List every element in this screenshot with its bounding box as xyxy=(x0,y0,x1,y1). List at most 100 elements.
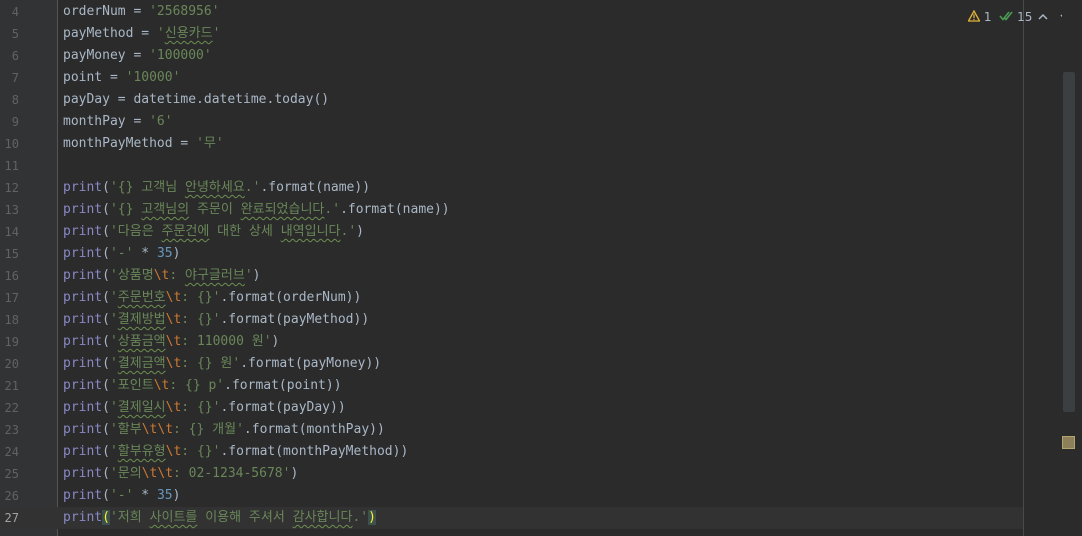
code-text[interactable]: print('{} 고객님의 주문이 완료되었습니다.'.format(name… xyxy=(63,199,450,221)
inspection-widget[interactable]: 1 15 xyxy=(967,6,1032,28)
code-token: \t xyxy=(165,334,182,349)
code-token: ' xyxy=(156,26,165,41)
code-token: : 110000 원' xyxy=(181,334,272,349)
code-token: ) xyxy=(172,488,181,503)
code-text[interactable]: payDay = datetime.datetime.today() xyxy=(63,89,329,111)
warnings-count[interactable]: 1 xyxy=(984,10,992,24)
code-text[interactable]: orderNum = '2568956' xyxy=(63,1,220,23)
code-text[interactable]: monthPay = '6' xyxy=(63,111,173,133)
code-text[interactable]: print('포인트\t: {} p'.format(point)) xyxy=(63,375,342,397)
code-text[interactable]: payMethod = '신용카드' xyxy=(63,23,220,45)
weak-warnings-count[interactable]: 15 xyxy=(1017,10,1032,24)
code-line[interactable]: 7 point = '10000' xyxy=(0,67,1024,89)
code-token: '저희 xyxy=(109,510,150,525)
code-text[interactable]: print('문의\t\t: 02-1234-5678') xyxy=(63,463,298,485)
line-number: 14 xyxy=(4,225,19,239)
code-line[interactable]: 25 print('문의\t\t: 02-1234-5678') xyxy=(0,463,1024,485)
code-token: ' xyxy=(109,356,118,371)
code-token: ( xyxy=(102,356,110,371)
line-number: 18 xyxy=(4,313,19,327)
code-token: ) xyxy=(172,246,181,261)
code-line[interactable]: 13 print('{} 고객님의 주문이 완료되었습니다.'.format(na… xyxy=(0,199,1024,221)
code-line[interactable]: 19 print('상품금액\t: 110000 원') xyxy=(0,331,1024,353)
line-number: 6 xyxy=(11,49,19,63)
code-line[interactable]: 14 print('다음은 주문건에 대한 상세 내역입니다.') xyxy=(0,221,1024,243)
code-line[interactable]: 8 payDay = datetime.datetime.today() xyxy=(0,89,1024,111)
code-line[interactable]: 23 print('할부\t\t: {} 개월'.format(monthPay)… xyxy=(0,419,1024,441)
scrollbar-thumb[interactable] xyxy=(1063,72,1075,412)
code-token: monthPay = xyxy=(63,114,150,129)
code-text[interactable]: print('할부유형\t: {}'.format(monthPayMethod… xyxy=(63,441,408,463)
code-line[interactable]: 10 monthPayMethod = '무' xyxy=(0,133,1024,155)
code-line[interactable]: 4 orderNum = '2568956' xyxy=(0,1,1024,23)
code-token: print xyxy=(63,180,103,195)
code-line[interactable]: 20 print('결제금액\t: {} 원'.format(payMoney)) xyxy=(0,353,1024,375)
code-token: 고객님의 xyxy=(141,202,190,217)
code-token: ) xyxy=(252,268,261,283)
code-line[interactable]: 15 print('-' * 35) xyxy=(0,243,1024,265)
code-text[interactable]: print('{} 고객님 안녕하세요.'.format(name)) xyxy=(63,177,370,199)
code-line[interactable]: 18 print('결제방법\t: {}'.format(payMethod)) xyxy=(0,309,1024,331)
code-line[interactable]: 24 print('할부유형\t: {}'.format(monthPayMeth… xyxy=(0,441,1024,463)
code-text[interactable]: payMoney = '100000' xyxy=(63,45,212,67)
code-text[interactable]: print('저희 사이트를 이용해 주셔서 감사합니다.') xyxy=(63,507,376,529)
code-line[interactable]: 9 monthPay = '6' xyxy=(0,111,1024,133)
code-text[interactable]: print('결제일시\t: {}'.format(payDay)) xyxy=(63,397,346,419)
code-text[interactable]: print('상품금액\t: 110000 원') xyxy=(63,331,279,353)
code-line[interactable]: 27 print('저희 사이트를 이용해 주셔서 감사합니다.') xyxy=(0,507,1024,529)
code-token: 신용카드 xyxy=(164,26,213,41)
code-token: \t xyxy=(165,312,182,327)
code-text[interactable]: print('주문번호\t: {}'.format(orderNum)) xyxy=(63,287,361,309)
code-token: \t xyxy=(165,444,182,459)
code-token: '-' xyxy=(109,488,134,503)
code-line[interactable]: 21 print('포인트\t: {} p'.format(point)) xyxy=(0,375,1024,397)
code-text[interactable]: print('결제금액\t: {} 원'.format(payMoney)) xyxy=(63,353,381,375)
code-token: .format(payMethod)) xyxy=(220,312,370,327)
code-token: '10000' xyxy=(125,70,181,85)
previous-highlight-button[interactable] xyxy=(1038,6,1048,28)
code-token: ( xyxy=(102,422,110,437)
code-token: ( xyxy=(102,444,110,459)
code-token: payMethod = xyxy=(63,26,157,41)
code-token: .' xyxy=(352,510,369,525)
code-token: 내역입니다 xyxy=(280,224,341,239)
code-token: print xyxy=(63,378,103,393)
code-token: print xyxy=(63,268,103,283)
code-line[interactable]: 12 print('{} 고객님 안녕하세요.'.format(name)) xyxy=(0,177,1024,199)
code-line[interactable]: 16 print('상품명\t: 야구글러브') xyxy=(0,265,1024,287)
code-editor[interactable]: 4 orderNum = '2568956' 5 payMethod = '신용카드'… xyxy=(0,0,1082,536)
code-token: orderNum = xyxy=(63,4,150,19)
code-token: '포인트 xyxy=(109,378,154,393)
code-token: '문의 xyxy=(109,466,142,481)
code-token: 할부유형 xyxy=(117,444,166,459)
line-number: 9 xyxy=(11,115,19,129)
code-token: '100000' xyxy=(149,48,212,63)
line-number: 20 xyxy=(4,357,19,371)
code-line[interactable]: 17 print('주문번호\t: {}'.format(orderNum)) xyxy=(0,287,1024,309)
code-line[interactable]: 5 payMethod = '신용카드' xyxy=(0,23,1024,45)
line-number: 22 xyxy=(4,401,19,415)
line-number: 5 xyxy=(11,27,19,41)
code-line[interactable]: 22 print('결제일시\t: {}'.format(payDay)) xyxy=(0,397,1024,419)
code-text[interactable]: point = '10000' xyxy=(63,67,180,89)
code-text[interactable]: monthPayMethod = '무' xyxy=(63,133,224,155)
code-token: ( xyxy=(102,488,110,503)
code-text[interactable]: print('다음은 주문건에 대한 상세 내역입니다.') xyxy=(63,221,364,243)
code-text[interactable]: print('-' * 35) xyxy=(63,485,180,507)
code-token: 35 xyxy=(156,488,173,503)
code-token: ( xyxy=(102,224,110,239)
code-line[interactable]: 6 payMoney = '100000' xyxy=(0,45,1024,67)
code-token: ' xyxy=(109,312,118,327)
code-text[interactable]: print('상품명\t: 야구글러브') xyxy=(63,265,260,287)
code-text[interactable]: print('할부\t\t: {} 개월'.format(monthPay)) xyxy=(63,419,385,441)
code-line[interactable]: 26 print('-' * 35) xyxy=(0,485,1024,507)
code-text[interactable]: print('결제방법\t: {}'.format(payMethod)) xyxy=(63,309,369,331)
code-token: ' xyxy=(212,26,221,41)
error-stripe-marker[interactable] xyxy=(1062,436,1075,449)
code-token: '다음은 xyxy=(109,224,162,239)
code-line[interactable]: 11 xyxy=(0,155,1024,177)
code-token: : {}' xyxy=(181,290,221,305)
code-text[interactable]: print('-' * 35) xyxy=(63,243,180,265)
code-token: print xyxy=(63,422,103,437)
code-token: .format(orderNum)) xyxy=(220,290,362,305)
